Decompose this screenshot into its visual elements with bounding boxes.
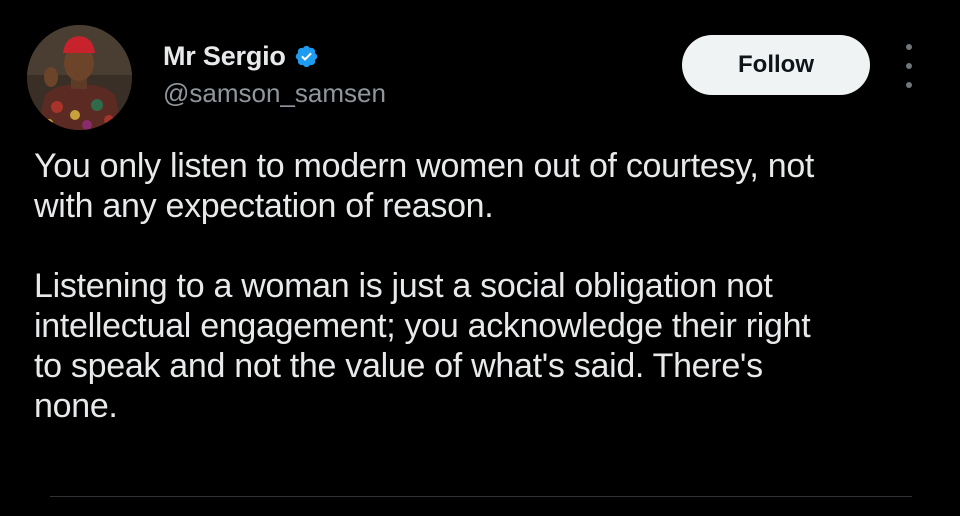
display-name[interactable]: Mr Sergio <box>163 41 286 72</box>
more-options-icon[interactable] <box>896 44 922 88</box>
more-dot <box>906 82 912 88</box>
verified-badge-icon <box>294 44 319 69</box>
divider <box>50 496 912 497</box>
tweet-paragraph: You only listen to modern women out of c… <box>34 147 815 225</box>
author-name-row[interactable]: Mr Sergio <box>163 38 319 74</box>
author-handle[interactable]: @samson_samsen <box>163 78 386 109</box>
avatar-image <box>27 25 132 130</box>
tweet-text: You only listen to modern women out of c… <box>34 146 934 426</box>
tweet-card: Mr Sergio @samson_samsen Follow You only… <box>0 0 960 516</box>
follow-button[interactable]: Follow <box>682 35 870 95</box>
more-dot <box>906 63 912 69</box>
more-dot <box>906 44 912 50</box>
avatar[interactable] <box>27 25 132 130</box>
tweet-paragraph: Listening to a woman is just a social ob… <box>34 267 811 425</box>
